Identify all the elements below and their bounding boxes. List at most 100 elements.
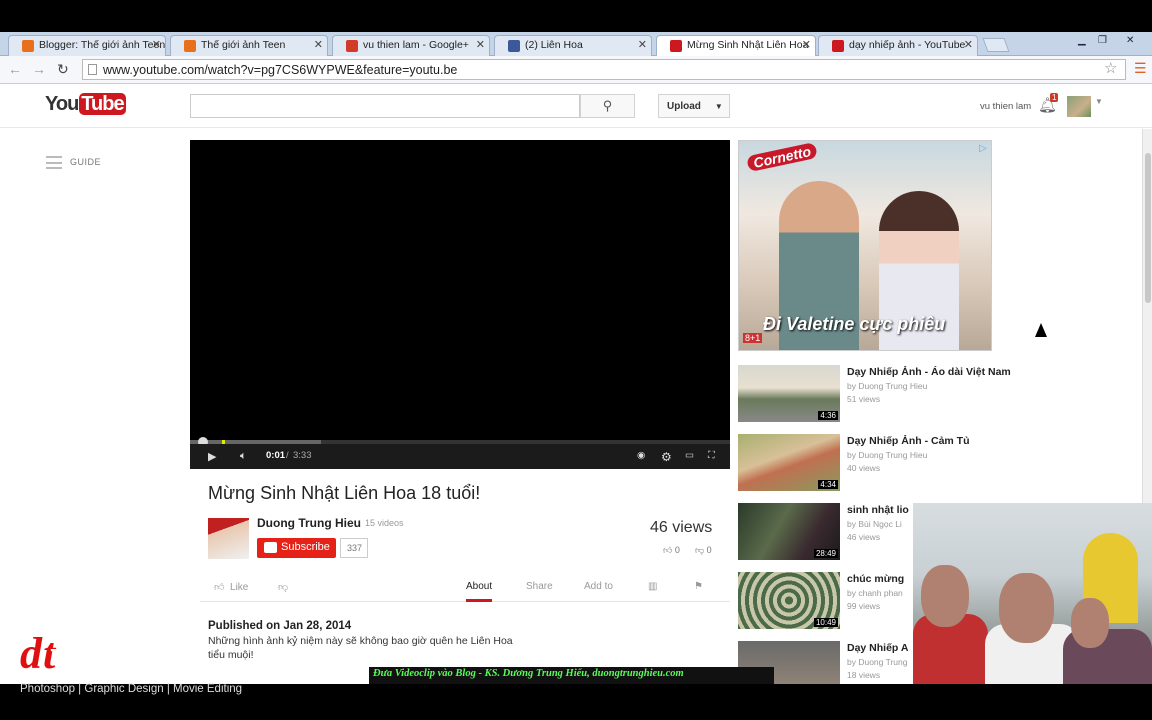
subscriber-count: 337 — [340, 538, 368, 558]
tab-title: Mừng Sinh Nhật Liên Hoa — [687, 39, 809, 51]
tab-title: dạy nhiếp ảnh - YouTube — [849, 39, 966, 51]
close-icon[interactable]: ✕ — [638, 38, 647, 51]
related-title[interactable]: Dạy Nhiếp Ảnh - Áo dài Việt Nam — [847, 366, 1011, 378]
search-button[interactable]: ⚲ — [580, 94, 635, 118]
username[interactable]: vu thien lam — [980, 101, 1031, 112]
forward-icon[interactable]: → — [32, 61, 46, 77]
close-icon[interactable]: ✕ — [314, 38, 323, 51]
related-views: 40 views — [847, 463, 881, 473]
youtube-icon — [670, 40, 682, 52]
watermark-subtitle: Photoshop | Graphic Design | Movie Editi… — [20, 683, 243, 695]
thumbs-down-icon: 👎︎ — [278, 582, 289, 593]
webcam-person-face — [999, 573, 1054, 643]
action-bar: 👍︎ Like 👎︎ About Share Add to ▥ ⚑ — [200, 572, 730, 602]
tab-about[interactable]: About — [466, 581, 493, 602]
related-views: 51 views — [847, 394, 881, 404]
video-thumbnail[interactable]: 10:49 — [738, 572, 840, 629]
related-channel: by Duong Trung — [847, 657, 908, 667]
tab-google-plus[interactable]: vu thien lam - Google+ ✕ — [332, 35, 490, 56]
facebook-icon — [508, 40, 520, 52]
hamburger-icon — [46, 156, 62, 169]
close-icon[interactable]: ✕ — [476, 38, 485, 51]
minimize-icon[interactable]: ▁ — [1078, 35, 1086, 46]
video-thumbnail[interactable]: 4:34 — [738, 434, 840, 491]
search-input[interactable] — [190, 94, 580, 118]
caret-down-icon[interactable]: ▼ — [1095, 97, 1103, 106]
likes-value: 0 — [674, 545, 680, 555]
related-video[interactable]: 4:34 Dạy Nhiếp Ảnh - Cảm Tủ by Duong Tru… — [738, 434, 970, 492]
tab-title: Thế giới ảnh Teen — [201, 39, 286, 51]
theater-mode-icon[interactable]: ▭ — [685, 450, 694, 461]
close-icon[interactable]: ✕ — [964, 38, 973, 51]
related-channel: by Duong Trung Hieu — [847, 381, 928, 391]
play-icon[interactable]: ▶ — [208, 450, 216, 463]
channel-name[interactable]: Duong Trung Hieu — [257, 516, 361, 530]
stats-icon[interactable]: ▥ — [648, 581, 657, 592]
related-video[interactable]: 10:49 chúc mừng by chanh phan 99 views — [738, 572, 918, 630]
related-video[interactable]: 4:36 Dạy Nhiếp Ảnh - Áo dài Việt Nam by … — [738, 365, 1011, 423]
upload-button[interactable]: Upload ▼ — [658, 94, 730, 118]
video-thumbnail[interactable]: 4:36 — [738, 365, 840, 422]
youtube-header: You Tube ⚲ Upload ▼ vu thien lam 🔔︎ 1 ▼ — [0, 84, 1152, 128]
scrollbar-thumb[interactable] — [1145, 153, 1151, 303]
ad-info-icon[interactable]: ▷ — [979, 143, 987, 154]
tab-youtube-search[interactable]: dạy nhiếp ảnh - YouTube ✕ — [818, 35, 978, 56]
upload-label: Upload — [667, 101, 701, 112]
tab-active-video[interactable]: Mừng Sinh Nhật Liên Hoa ✕ — [656, 35, 816, 57]
youtube-logo[interactable]: You Tube — [45, 93, 126, 116]
tab-strip: Blogger: Thế giới ảnh Teen ✕ Thế giới ảnh… — [0, 32, 1152, 57]
like-button[interactable]: 👍︎ Like — [214, 581, 248, 593]
mouse-cursor-icon — [1035, 323, 1047, 337]
tab-the-gioi-anh-teen[interactable]: Thế giới ảnh Teen ✕ — [170, 35, 328, 56]
subscribe-button[interactable]: Subscribe — [257, 538, 336, 558]
annotations-icon[interactable]: ◉ — [637, 450, 645, 461]
related-video[interactable]: 28:49 sinh nhật lio by Bùi Ngọc Li 46 vi… — [738, 503, 918, 561]
logo-you: You — [45, 93, 79, 115]
close-window-icon[interactable]: ✕ — [1126, 35, 1134, 46]
bookmark-star-icon[interactable]: ☆ — [1104, 59, 1117, 77]
maximize-icon[interactable]: ❐ — [1098, 35, 1107, 46]
ad-rating: 8+1 — [743, 333, 763, 343]
channel-video-count[interactable]: 15 videos — [365, 518, 404, 528]
channel-avatar[interactable] — [208, 518, 249, 559]
video-description: Những hình ảnh kỷ niệm này sẽ không bao … — [208, 634, 548, 662]
reload-icon[interactable]: ↻ — [57, 61, 69, 78]
video-caption: Đưa Videoclip vào Blog - KS. Dương Trung… — [369, 667, 774, 684]
related-title[interactable]: sinh nhật lio — [847, 504, 909, 516]
flag-icon[interactable]: ⚑ — [694, 581, 703, 592]
settings-gear-icon[interactable]: ⚙ — [661, 450, 672, 464]
volume-icon[interactable]: 🔈︎ — [240, 450, 247, 463]
new-tab-button[interactable] — [982, 38, 1010, 52]
tab-blogger[interactable]: Blogger: Thế giới ảnh Teen ✕ — [8, 35, 166, 56]
time-current: 0:01 — [266, 450, 286, 461]
tab-add-to[interactable]: Add to — [584, 581, 613, 592]
fullscreen-icon[interactable]: ⛶ — [708, 450, 715, 461]
address-bar[interactable]: www.youtube.com/watch?v=pg7CS6WYPWE&feat… — [82, 59, 1126, 80]
google-plus-icon — [346, 40, 358, 52]
related-title[interactable]: chúc mừng — [847, 573, 904, 585]
tab-share[interactable]: Share — [526, 581, 553, 592]
guide-button[interactable]: GUIDE — [46, 156, 101, 169]
tab-facebook[interactable]: (2) Liên Hoa ✕ — [494, 35, 652, 56]
related-channel: by Duong Trung Hieu — [847, 450, 928, 460]
video-thumbnail[interactable]: 28:49 — [738, 503, 840, 560]
video-player[interactable]: ▶ 🔈︎ 0:01 / 3:33 ◉ ⚙ ▭ ⛶ — [190, 140, 730, 469]
menu-icon[interactable]: ☰ — [1134, 60, 1147, 77]
url-text: www.youtube.com/watch?v=pg7CS6WYPWE&feat… — [103, 63, 458, 77]
dislike-button[interactable]: 👎︎ — [278, 581, 288, 593]
close-icon[interactable]: ✕ — [802, 38, 811, 51]
back-icon[interactable]: ← — [8, 61, 22, 77]
like-count: 👍︎ 0 — [663, 545, 680, 556]
related-title[interactable]: Dạy Nhiếp Ảnh - Cảm Tủ — [847, 435, 970, 447]
video-duration: 10:49 — [813, 618, 838, 627]
close-icon[interactable]: ✕ — [152, 38, 161, 51]
ad-tagline: Đi Valetine cực phiêu — [763, 314, 946, 334]
webcam-overlay — [913, 503, 1152, 684]
avatar[interactable] — [1067, 96, 1091, 117]
ad-banner[interactable]: Cornetto Đi Valetine cực phiêu 8+1 ▷ — [738, 140, 992, 351]
related-title[interactable]: Dạy Nhiếp A — [847, 642, 908, 654]
related-views: 99 views — [847, 601, 881, 611]
blogger-icon — [22, 40, 34, 52]
ad-brand-logo: Cornetto — [746, 141, 819, 173]
dislike-count: 👎︎ 0 — [695, 545, 712, 556]
